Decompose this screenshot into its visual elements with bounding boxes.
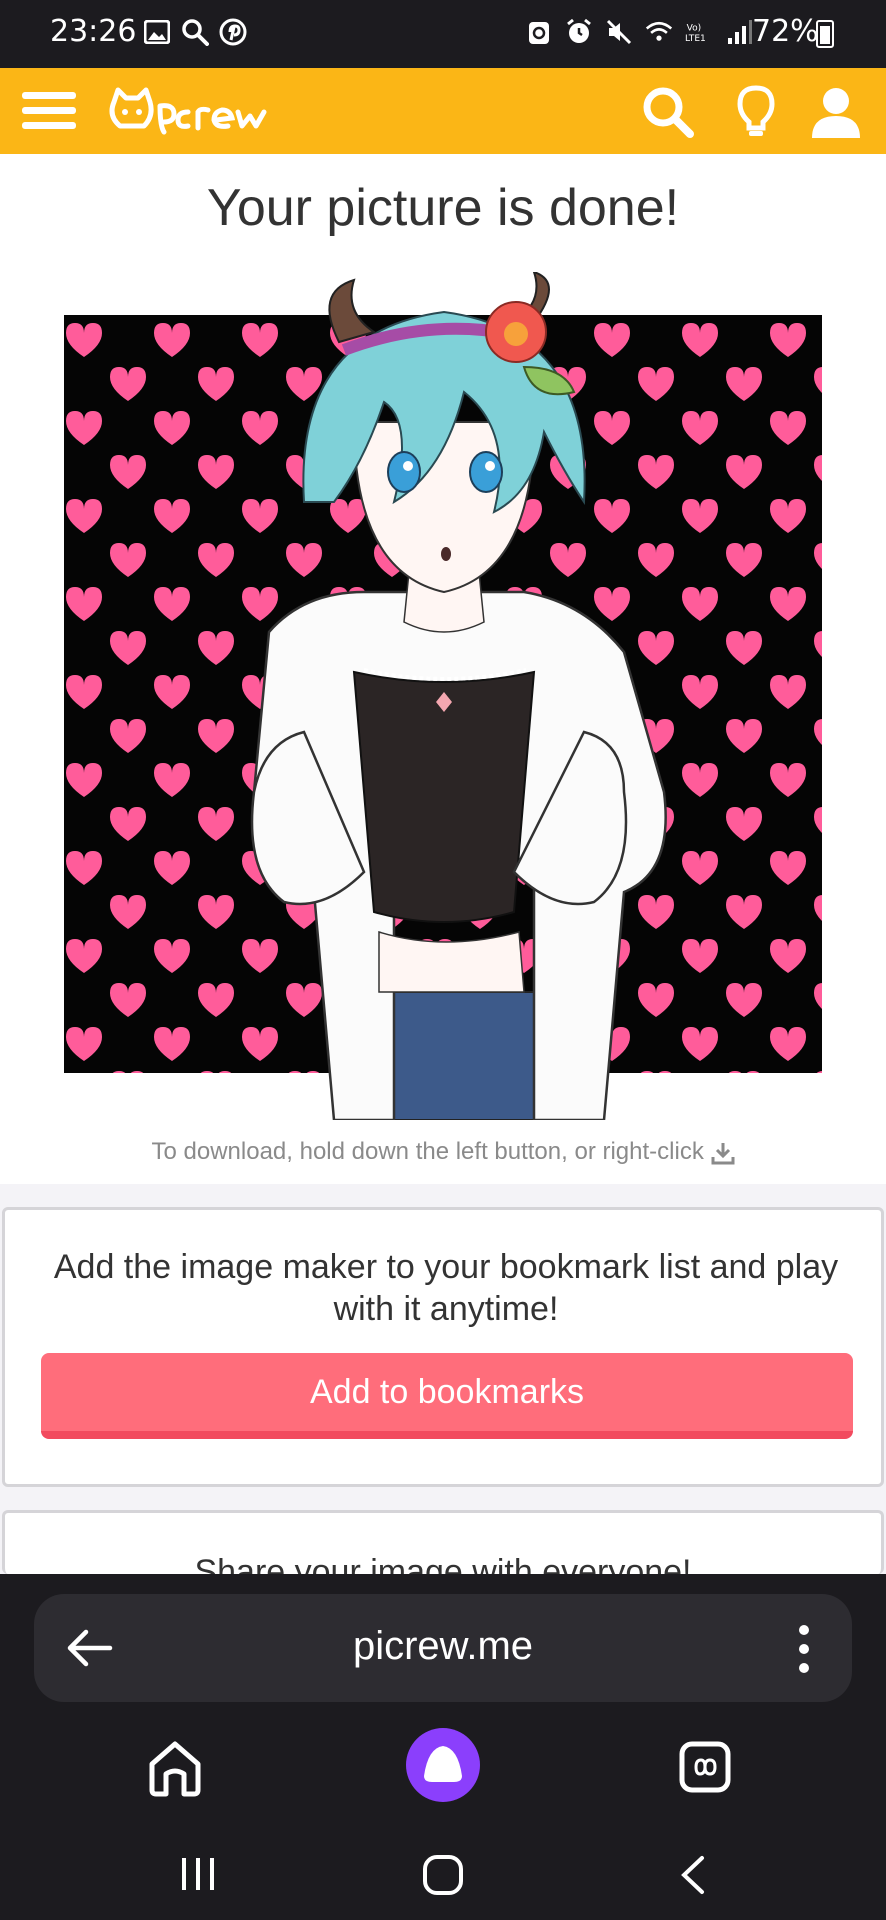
status-left-icons	[143, 18, 247, 46]
mute-icon	[605, 18, 633, 46]
user-icon[interactable]	[808, 84, 864, 140]
generated-picture[interactable]	[64, 272, 822, 1120]
page-title: Your picture is done!	[206, 179, 680, 237]
status-bar: 23:26 Vo) LTE1 72%	[0, 0, 886, 68]
volte-icon: Vo) LTE1	[685, 18, 713, 46]
status-battery-text: 72%	[752, 14, 819, 49]
lightbulb-icon[interactable]	[728, 84, 784, 140]
signal-icon	[725, 18, 753, 46]
download-hint-text: To download, hold down the left button, …	[151, 1138, 704, 1165]
search-icon	[181, 18, 209, 46]
system-nav-bar	[0, 1836, 886, 1920]
back-chevron-icon[interactable]	[678, 1854, 708, 1896]
add-to-bookmarks-button[interactable]: Add to bookmarks	[41, 1353, 853, 1439]
url-text[interactable]: picrew.me	[34, 1624, 852, 1669]
picrew-logo[interactable]	[104, 82, 284, 140]
status-time: 23:26	[50, 14, 137, 49]
more-vert-icon[interactable]	[794, 1624, 814, 1674]
share-card: Share your image with everyone!	[2, 1510, 884, 1574]
tabs-icon[interactable]	[672, 1734, 742, 1804]
alarm-icon	[565, 18, 593, 46]
app-header	[0, 68, 886, 154]
download-icon	[711, 1141, 735, 1165]
search-icon[interactable]	[640, 84, 696, 140]
svg-text:LTE1: LTE1	[685, 34, 706, 44]
pinterest-icon	[219, 18, 247, 46]
download-hint: To download, hold down the left button, …	[0, 1138, 886, 1166]
menu-icon[interactable]	[22, 88, 76, 134]
svg-text:Vo): Vo)	[687, 23, 702, 33]
recents-icon[interactable]	[178, 1854, 218, 1894]
bookmark-card-text: Add the image maker to your bookmark lis…	[53, 1248, 839, 1328]
gallery-icon	[143, 18, 171, 46]
wifi-icon	[645, 18, 673, 46]
battery-icon	[816, 20, 834, 48]
home-icon[interactable]	[142, 1734, 212, 1804]
bookmark-card: Add the image maker to your bookmark lis…	[2, 1207, 884, 1487]
url-bar[interactable]: picrew.me	[34, 1594, 852, 1702]
alice-assistant-icon[interactable]	[406, 1728, 480, 1802]
share-card-text: Share your image with everyone!	[194, 1553, 692, 1574]
character-illustration	[250, 272, 667, 1120]
home-circle-icon[interactable]	[422, 1854, 464, 1896]
status-right-icons: Vo) LTE1	[525, 18, 753, 46]
recycle-icon	[525, 18, 553, 46]
